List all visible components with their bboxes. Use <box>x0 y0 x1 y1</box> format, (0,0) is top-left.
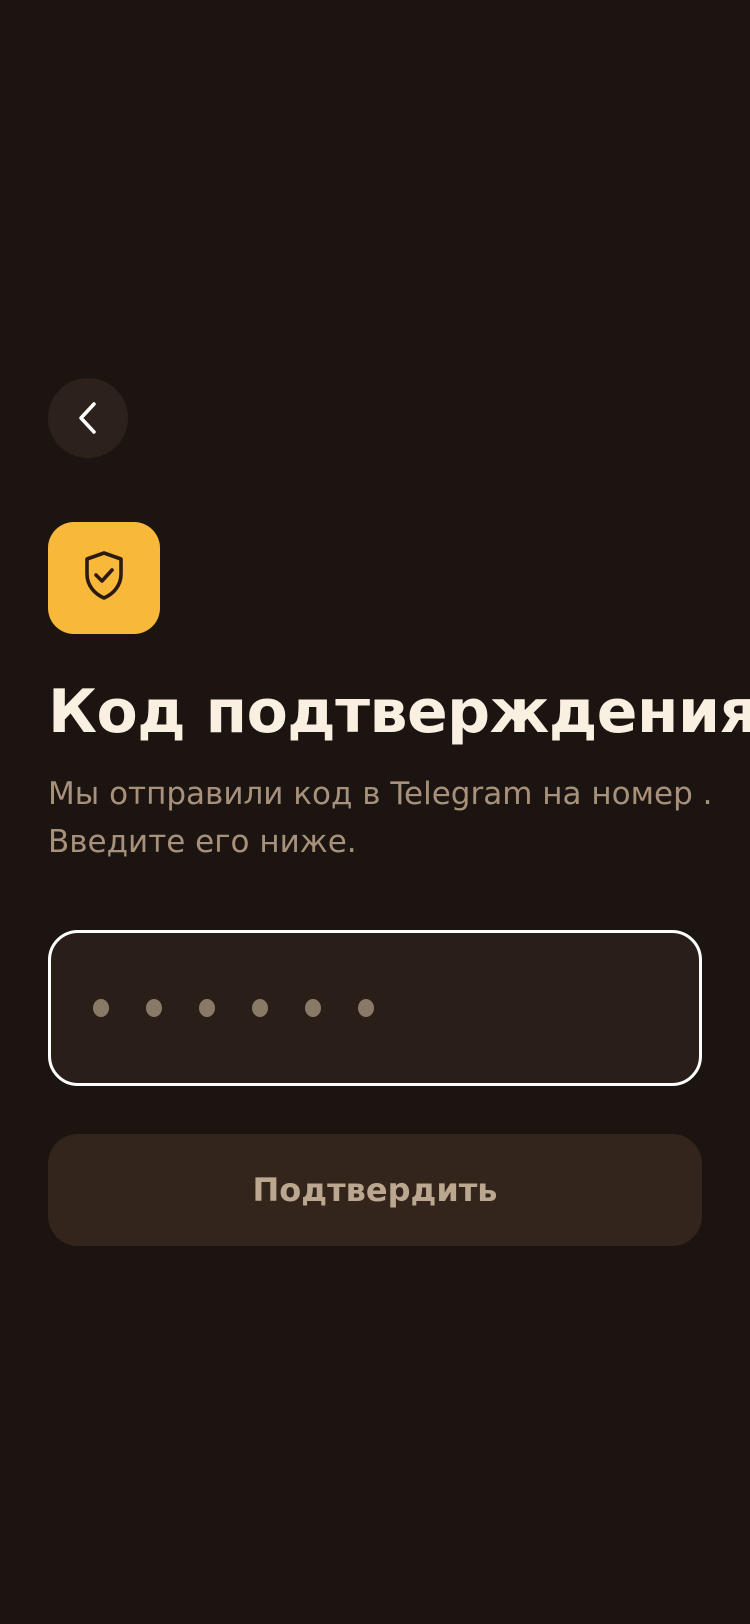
code-digit-placeholder <box>146 999 162 1017</box>
shield-check-icon <box>82 550 126 606</box>
confirm-button[interactable]: Подтвердить <box>48 1134 702 1246</box>
security-badge <box>48 522 160 634</box>
page-title: Код подтверждения <box>48 677 750 747</box>
code-digit-placeholder <box>305 999 321 1017</box>
code-digit-placeholder <box>93 999 109 1017</box>
code-digit-placeholder <box>358 999 374 1017</box>
verification-code-input[interactable] <box>48 930 702 1086</box>
instruction-text: Мы отправили код в Telegram на номер . В… <box>48 776 713 860</box>
back-button[interactable] <box>48 378 128 458</box>
chevron-left-icon <box>76 401 100 435</box>
code-digit-placeholder <box>252 999 268 1017</box>
code-digit-placeholder <box>199 999 215 1017</box>
